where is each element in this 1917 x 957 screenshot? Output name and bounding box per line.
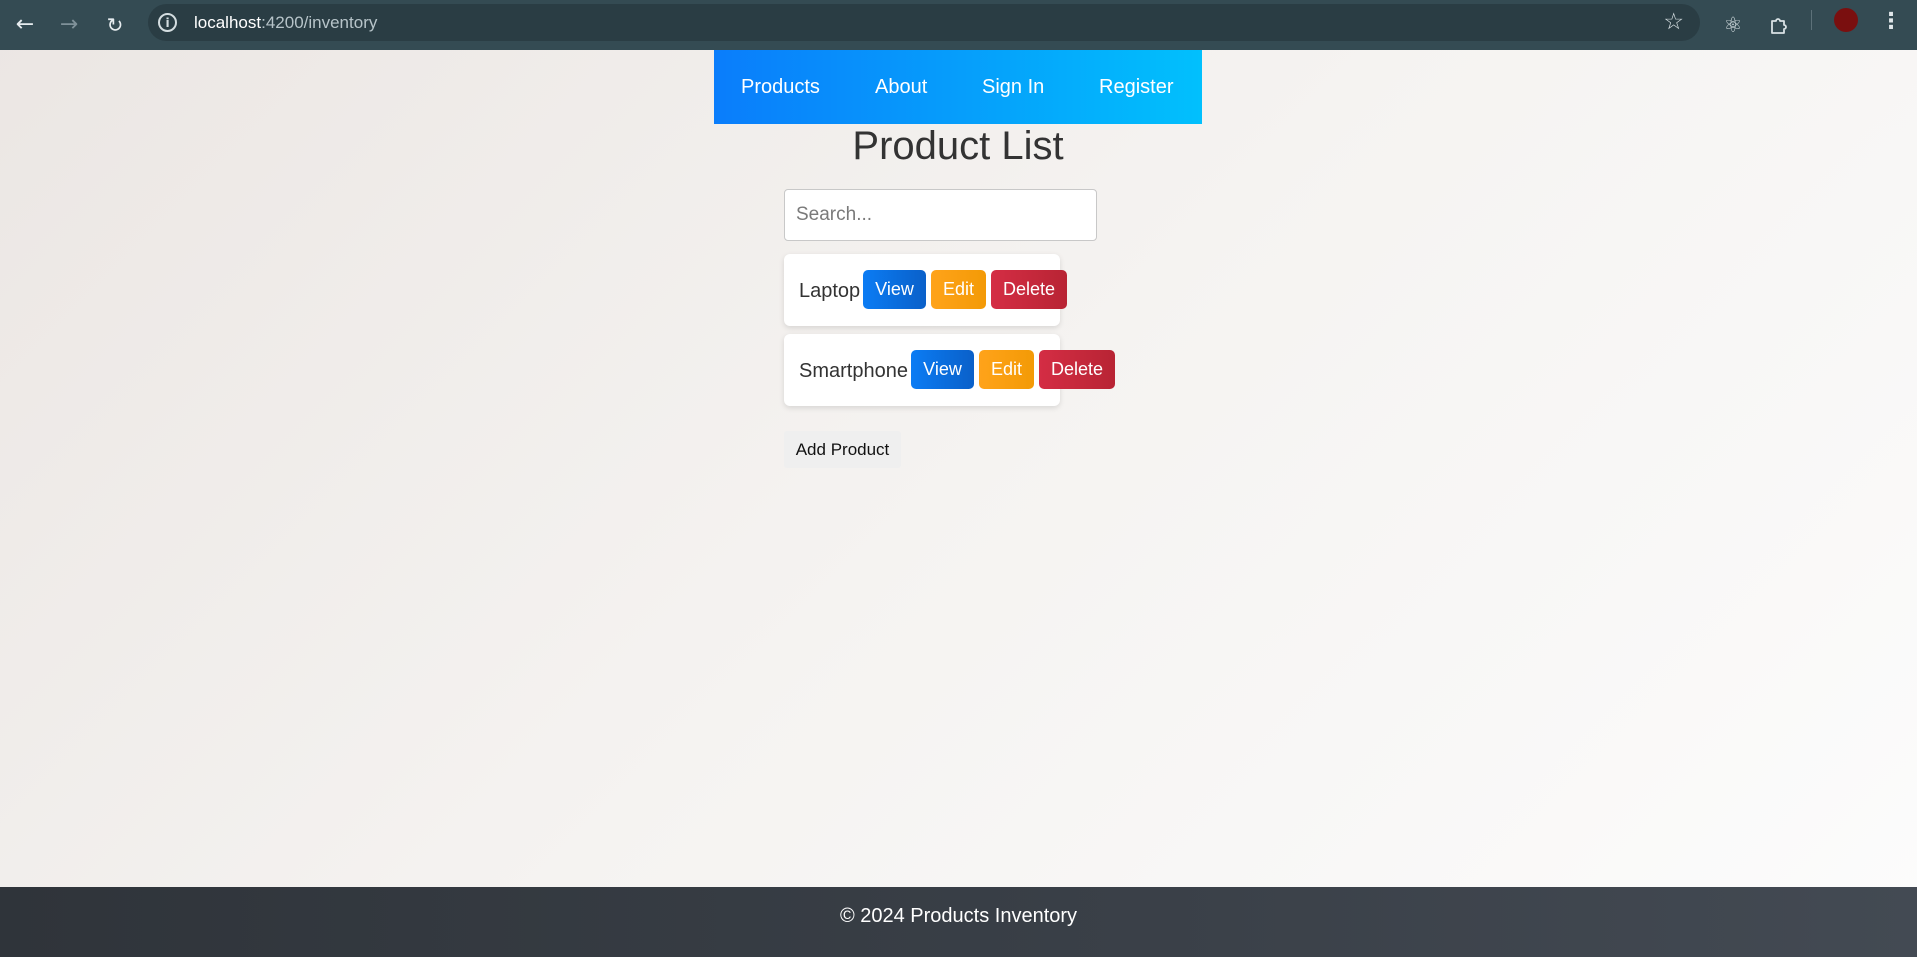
- page-footer: © 2024 Products Inventory: [0, 887, 1917, 957]
- back-arrow-icon[interactable]: ←: [8, 8, 42, 42]
- search-input[interactable]: [784, 189, 1097, 241]
- browser-toolbar: ← → ↻ i localhost:4200/inventory ☆ ⚛ ⋮: [0, 0, 1917, 50]
- page-title: Product List: [852, 124, 1064, 168]
- nav-register-link[interactable]: Register: [1099, 76, 1173, 99]
- nav-about-link[interactable]: About: [875, 76, 927, 99]
- react-devtools-icon[interactable]: ⚛: [1716, 8, 1750, 42]
- app-navbar: Products About Sign In Register: [714, 50, 1202, 124]
- edit-button[interactable]: Edit: [979, 350, 1034, 389]
- kebab-menu-icon[interactable]: ⋮: [1879, 6, 1903, 36]
- delete-button[interactable]: Delete: [991, 270, 1067, 309]
- product-name: Laptop: [799, 280, 861, 302]
- nav-sign-in-link[interactable]: Sign In: [982, 76, 1044, 99]
- bookmark-star-icon[interactable]: ☆: [1663, 9, 1684, 35]
- product-name: Smartphone: [799, 360, 908, 382]
- product-card: Laptop View Edit Delete: [784, 254, 1067, 326]
- product-card: Smartphone View Edit Delete: [784, 334, 1115, 406]
- reload-icon[interactable]: ↻: [98, 8, 132, 42]
- url-path: :4200/inventory: [261, 13, 378, 32]
- url-text[interactable]: localhost:4200/inventory: [194, 13, 377, 33]
- view-button[interactable]: View: [911, 350, 974, 389]
- address-bar[interactable]: i localhost:4200/inventory ☆: [148, 4, 1700, 41]
- puzzle-svg: [1771, 18, 1787, 34]
- profile-avatar[interactable]: [1834, 8, 1858, 32]
- footer-copyright: © 2024 Products Inventory: [839, 905, 1078, 927]
- delete-button[interactable]: Delete: [1039, 350, 1115, 389]
- add-product-button[interactable]: Add Product: [784, 431, 901, 468]
- url-host: localhost: [194, 13, 262, 32]
- extensions-puzzle-icon[interactable]: [1762, 8, 1796, 42]
- forward-arrow-icon[interactable]: →: [52, 8, 86, 42]
- site-info-icon[interactable]: i: [158, 13, 177, 32]
- view-button[interactable]: View: [863, 270, 926, 309]
- toolbar-divider: [1811, 10, 1812, 30]
- edit-button[interactable]: Edit: [931, 270, 986, 309]
- nav-products-link[interactable]: Products: [741, 76, 820, 99]
